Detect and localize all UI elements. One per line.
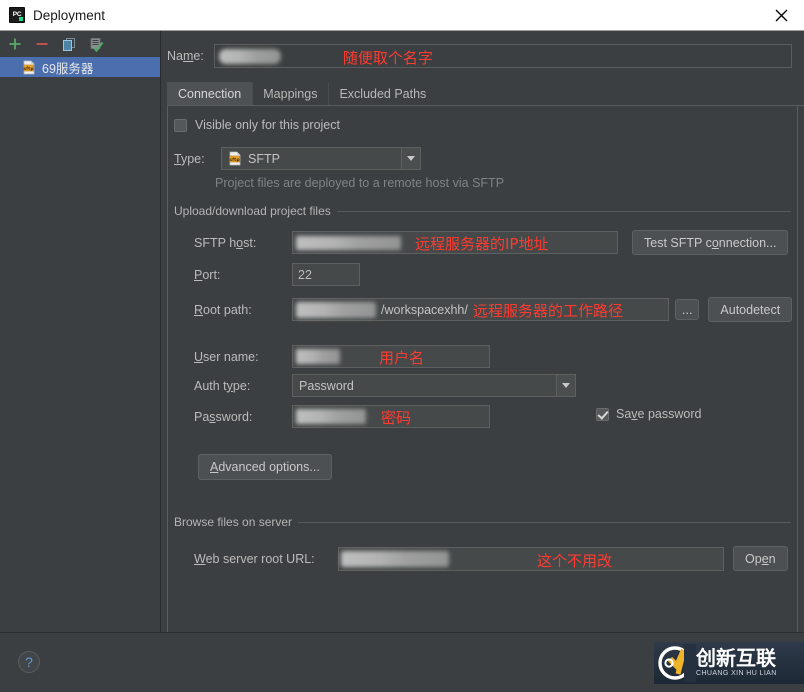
remove-button[interactable] [32,34,52,54]
user-name-label: User name: [194,349,259,364]
browse-group-separator: Browse files on server [174,515,791,529]
sftp-host-annotation: 远程服务器的IP地址 [415,235,549,253]
open-button[interactable]: Op e n [733,546,788,571]
type-value: SFTP [248,151,280,166]
name-label: Name: [167,49,204,63]
autodetect-button[interactable]: Autodetect [708,297,793,322]
save-password-label: Save password [616,407,702,421]
password-redaction [296,409,366,424]
auth-type-value: Password [299,378,354,393]
root-path-label: Root path: [194,302,252,317]
sidebar-item-server[interactable]: sftp 69服务器 [0,57,160,77]
watermark-cn: 创新互联 [696,646,776,670]
pycharm-icon: PC [9,7,25,23]
name-row: Name: 随便取个名字 [161,31,804,68]
web-root-label: Web server root URL: [194,551,315,566]
sftp-icon: sftp [22,60,37,75]
watermark-en: CHUANG XIN HU LIAN [696,670,777,677]
root-path-annotation: 远程服务器的工作路径 [473,302,624,320]
copy-button[interactable] [59,34,79,54]
auth-type-label: Auth type: [194,378,251,393]
title-bar: PC Deployment [0,0,804,31]
deployment-content: Name: 随便取个名字 Connection Mappings Exclude… [161,31,804,636]
visible-only-checkbox[interactable] [174,118,187,132]
chevron-down-icon[interactable] [556,375,575,396]
root-path-redaction [296,302,376,318]
window-title: Deployment [33,7,106,23]
port-label: Port: [194,267,221,282]
user-name-input[interactable]: 用户名 [292,345,490,368]
root-path-input[interactable]: /workspacexhh/ 远程服务器的工作路径 [292,298,669,321]
divider [298,521,791,523]
visible-only-label: Visible only for this project [195,118,340,132]
auth-type-row: Auth type: Password [194,374,576,397]
svg-text:sftp: sftp [23,65,34,71]
server-list-panel: sftp 69服务器 [0,31,161,632]
divider [336,210,791,212]
sftp-icon: sftp [228,151,243,166]
type-label: Type: [174,151,205,166]
watermark-text: 创新互联 CHUANG XIN HU LIAN [696,648,777,678]
user-name-redaction [296,349,340,364]
tab-excluded-paths[interactable]: Excluded Paths [328,82,438,105]
web-root-redaction [341,550,449,567]
web-root-row: Web server root URL: 这个不用改 Op e n [194,546,788,571]
password-row: Password: 密码 [194,405,490,428]
name-annotation: 随便取个名字 [342,49,433,67]
port-input[interactable]: 22 [292,263,360,286]
tab-mappings[interactable]: Mappings [252,82,329,105]
deployment-dialog: PC Deployment sftp 69服务器 Name: 随便取个名字 Co… [0,0,804,692]
sftp-host-input[interactable]: 远程服务器的IP地址 [292,231,618,254]
type-row: Type: sftp SFTP [174,147,421,170]
password-annotation: 密码 [381,409,412,427]
web-root-annotation: 这个不用改 [537,551,613,570]
save-password-checkbox[interactable] [596,407,609,421]
sidebar-item-label: 69服务器 [42,61,94,76]
apply-check-icon[interactable] [86,34,106,54]
password-label: Password: [194,409,253,424]
dialog-footer: ? 创新互联 CHUANG XIN HU LIAN [0,632,804,692]
close-icon[interactable] [758,0,804,30]
name-redaction [218,49,281,64]
chevron-down-icon[interactable] [401,148,420,169]
add-button[interactable] [5,34,25,54]
browse-group-label: Browse files on server [174,515,293,529]
advanced-options-row: Advanced options... [198,454,332,480]
port-row: Port: 22 [194,263,360,286]
port-value: 22 [298,267,312,282]
password-input[interactable]: 密码 [292,405,490,428]
sftp-host-label: SFTP host: [194,235,257,250]
tab-connection[interactable]: Connection [167,82,253,105]
visible-only-row[interactable]: Visible only for this project [174,118,340,132]
sftp-host-redaction [296,236,401,250]
advanced-options-button[interactable]: Advanced options... [198,454,332,480]
root-path-row: Root path: /workspacexhh/ 远程服务器的工作路径 ...… [194,297,793,322]
upload-group-label: Upload/download project files [174,204,331,218]
sftp-host-row: SFTP host: 远程服务器的IP地址 Test SFTP c o nnecti… [194,230,789,255]
type-hint: Project files are deployed to a remote h… [215,176,505,190]
type-combobox[interactable]: sftp SFTP [221,147,421,170]
question-mark-icon[interactable]: ? [18,651,40,673]
save-password-row[interactable]: Save password [596,407,701,421]
server-list-toolbar [0,31,160,57]
connection-panel: Visible only for this project Type: sftp [167,106,798,636]
watermark-logo: 创新互联 CHUANG XIN HU LIAN [654,642,804,684]
user-name-row: User name: 用户名 [194,345,490,368]
web-root-input[interactable]: 这个不用改 [338,546,724,571]
name-input[interactable]: 随便取个名字 [213,44,792,68]
tab-bar: Connection Mappings Excluded Paths [167,82,804,106]
upload-group-separator: Upload/download project files [174,204,791,218]
root-path-value: /workspacexhh/ [381,303,468,317]
test-sftp-connection-button[interactable]: Test SFTP c o nnection... [632,230,789,255]
browse-root-path-button[interactable]: ... [675,299,700,320]
svg-text:sftp: sftp [229,157,240,163]
auth-type-combobox[interactable]: Password [292,374,576,397]
user-name-annotation: 用户名 [379,349,425,367]
watermark-mark-icon [654,642,698,684]
